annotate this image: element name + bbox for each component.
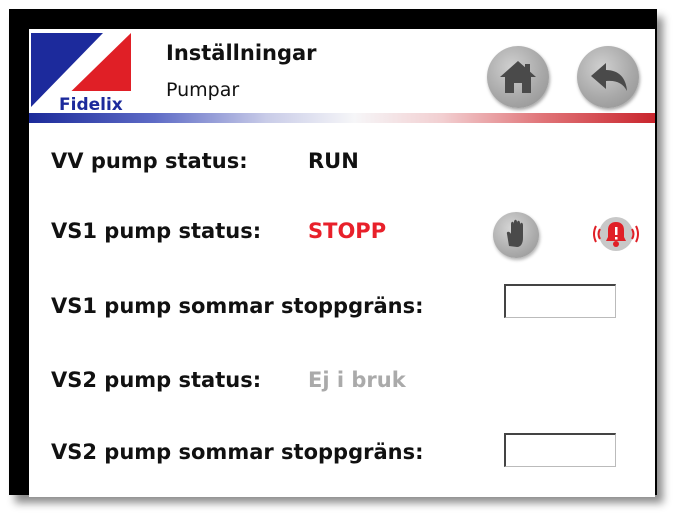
home-button[interactable] — [487, 46, 549, 108]
vv-pump-status-label: VV pump status: — [51, 149, 248, 173]
vs1-summer-stop-limit-input[interactable] — [504, 284, 616, 318]
vs2-summer-stop-limit-input[interactable] — [504, 433, 616, 467]
back-arrow-icon — [591, 63, 627, 91]
home-icon — [500, 61, 536, 93]
fidelix-logo: Fidelix — [31, 33, 134, 115]
page-title: Inställningar — [166, 41, 317, 65]
vs1-pump-status-label: VS1 pump status: — [51, 219, 262, 243]
back-button[interactable] — [577, 46, 639, 108]
manual-mode-button[interactable] — [493, 212, 539, 258]
header-divider — [29, 113, 655, 123]
alarm-bell-icon — [593, 217, 639, 251]
header: Fidelix Inställningar Pumpar — [29, 29, 655, 124]
alarm-button[interactable] — [591, 209, 641, 259]
screen-frame: Fidelix Inställningar Pumpar VV pump sta… — [9, 9, 657, 497]
vv-pump-status-value: RUN — [308, 149, 359, 173]
vs2-pump-status-value: Ej i bruk — [308, 368, 406, 392]
vs1-pump-status-value: STOPP — [308, 219, 387, 243]
hand-icon — [506, 219, 523, 247]
screen: Fidelix Inställningar Pumpar VV pump sta… — [29, 29, 655, 497]
vs2-pump-status-label: VS2 pump status: — [51, 368, 262, 392]
logo-text: Fidelix — [59, 95, 123, 115]
vs2-summer-stop-limit-label: VS2 pump sommar stoppgräns: — [51, 440, 424, 464]
page-subtitle: Pumpar — [166, 79, 240, 101]
vs1-summer-stop-limit-label: VS1 pump sommar stoppgräns: — [51, 294, 424, 318]
